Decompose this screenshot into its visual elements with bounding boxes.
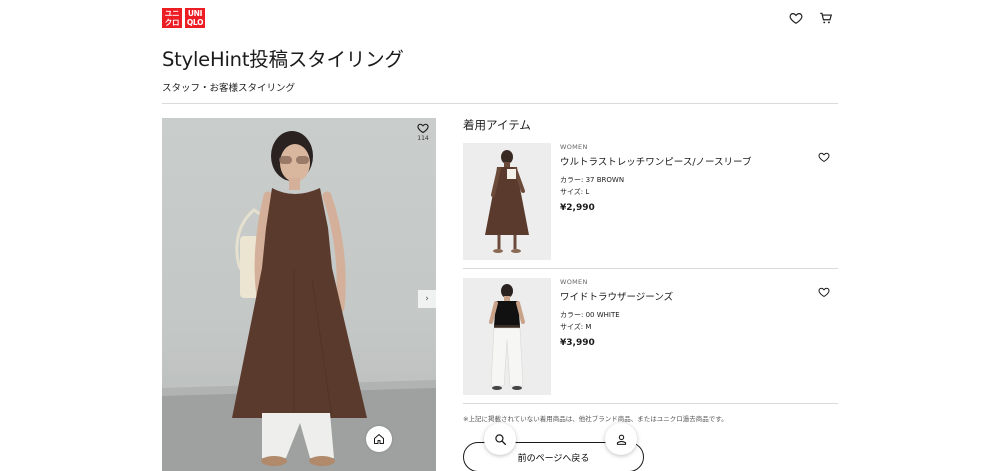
page-subtitle: スタッフ・お客様スタイリング — [162, 83, 296, 94]
product-thumbnail[interactable] — [463, 143, 551, 260]
product-price: ¥2,990 — [560, 203, 595, 213]
product-name[interactable]: ウルトラストレッチワンピース/ノースリーブ — [560, 154, 752, 168]
cart-icon[interactable] — [819, 11, 833, 25]
product-thumbnail[interactable] — [463, 278, 551, 395]
logo-latin-block: UNI QLO — [185, 8, 205, 28]
divider — [463, 268, 838, 269]
heart-icon[interactable] — [789, 11, 803, 25]
search-icon — [494, 433, 506, 445]
product-card[interactable]: WOMEN ウルトラストレッチワンピース/ノースリーブ カラー: 37 BROW… — [463, 143, 838, 260]
account-button[interactable] — [605, 423, 637, 455]
like-count: 114 — [417, 135, 429, 142]
page-title: StyleHint投稿スタイリング — [162, 48, 404, 71]
model-illustration — [162, 131, 436, 471]
logo-text-line: UNI — [187, 9, 203, 18]
logo-text-line: クロ — [164, 18, 180, 27]
user-icon — [616, 434, 626, 445]
heart-icon — [417, 123, 429, 134]
product-size: サイズ: M — [560, 323, 592, 331]
styling-photo[interactable]: 114 — [162, 118, 436, 471]
product-name[interactable]: ワイドトラウザージーンズ — [560, 289, 673, 303]
logo-katakana-block: ユニ クロ — [162, 8, 182, 28]
product-color: カラー: 00 WHITE — [560, 311, 620, 319]
search-button[interactable] — [484, 423, 516, 455]
chevron-right-icon: › — [425, 294, 429, 304]
product-color: カラー: 37 BROWN — [560, 176, 625, 184]
divider — [463, 403, 838, 404]
photo-like-button[interactable]: 114 — [416, 122, 430, 142]
product-size: サイズ: L — [560, 188, 590, 196]
logo-text-line: QLO — [186, 18, 204, 27]
home-button[interactable] — [366, 426, 392, 452]
footnote: ※上記に掲載されていない着用商品は、他社ブランド商品、またはユニクロ過去商品です… — [463, 415, 728, 423]
product-gender: WOMEN — [560, 143, 588, 151]
favorite-button[interactable] — [818, 286, 830, 298]
product-price: ¥3,990 — [560, 338, 595, 348]
favorite-button[interactable] — [818, 151, 830, 163]
product-card[interactable]: WOMEN ワイドトラウザージーンズ カラー: 00 WHITE サイズ: M … — [463, 278, 838, 395]
next-photo-button[interactable]: › — [418, 290, 436, 308]
worn-items-heading: 着用アイテム — [463, 118, 531, 132]
uniqlo-logo[interactable]: ユニ クロ UNI QLO — [162, 8, 205, 28]
divider — [162, 103, 838, 104]
product-gender: WOMEN — [560, 278, 588, 286]
heart-icon — [818, 152, 830, 163]
logo-text-line: ユニ — [164, 9, 180, 18]
home-icon — [374, 434, 384, 444]
heart-icon — [818, 287, 830, 298]
